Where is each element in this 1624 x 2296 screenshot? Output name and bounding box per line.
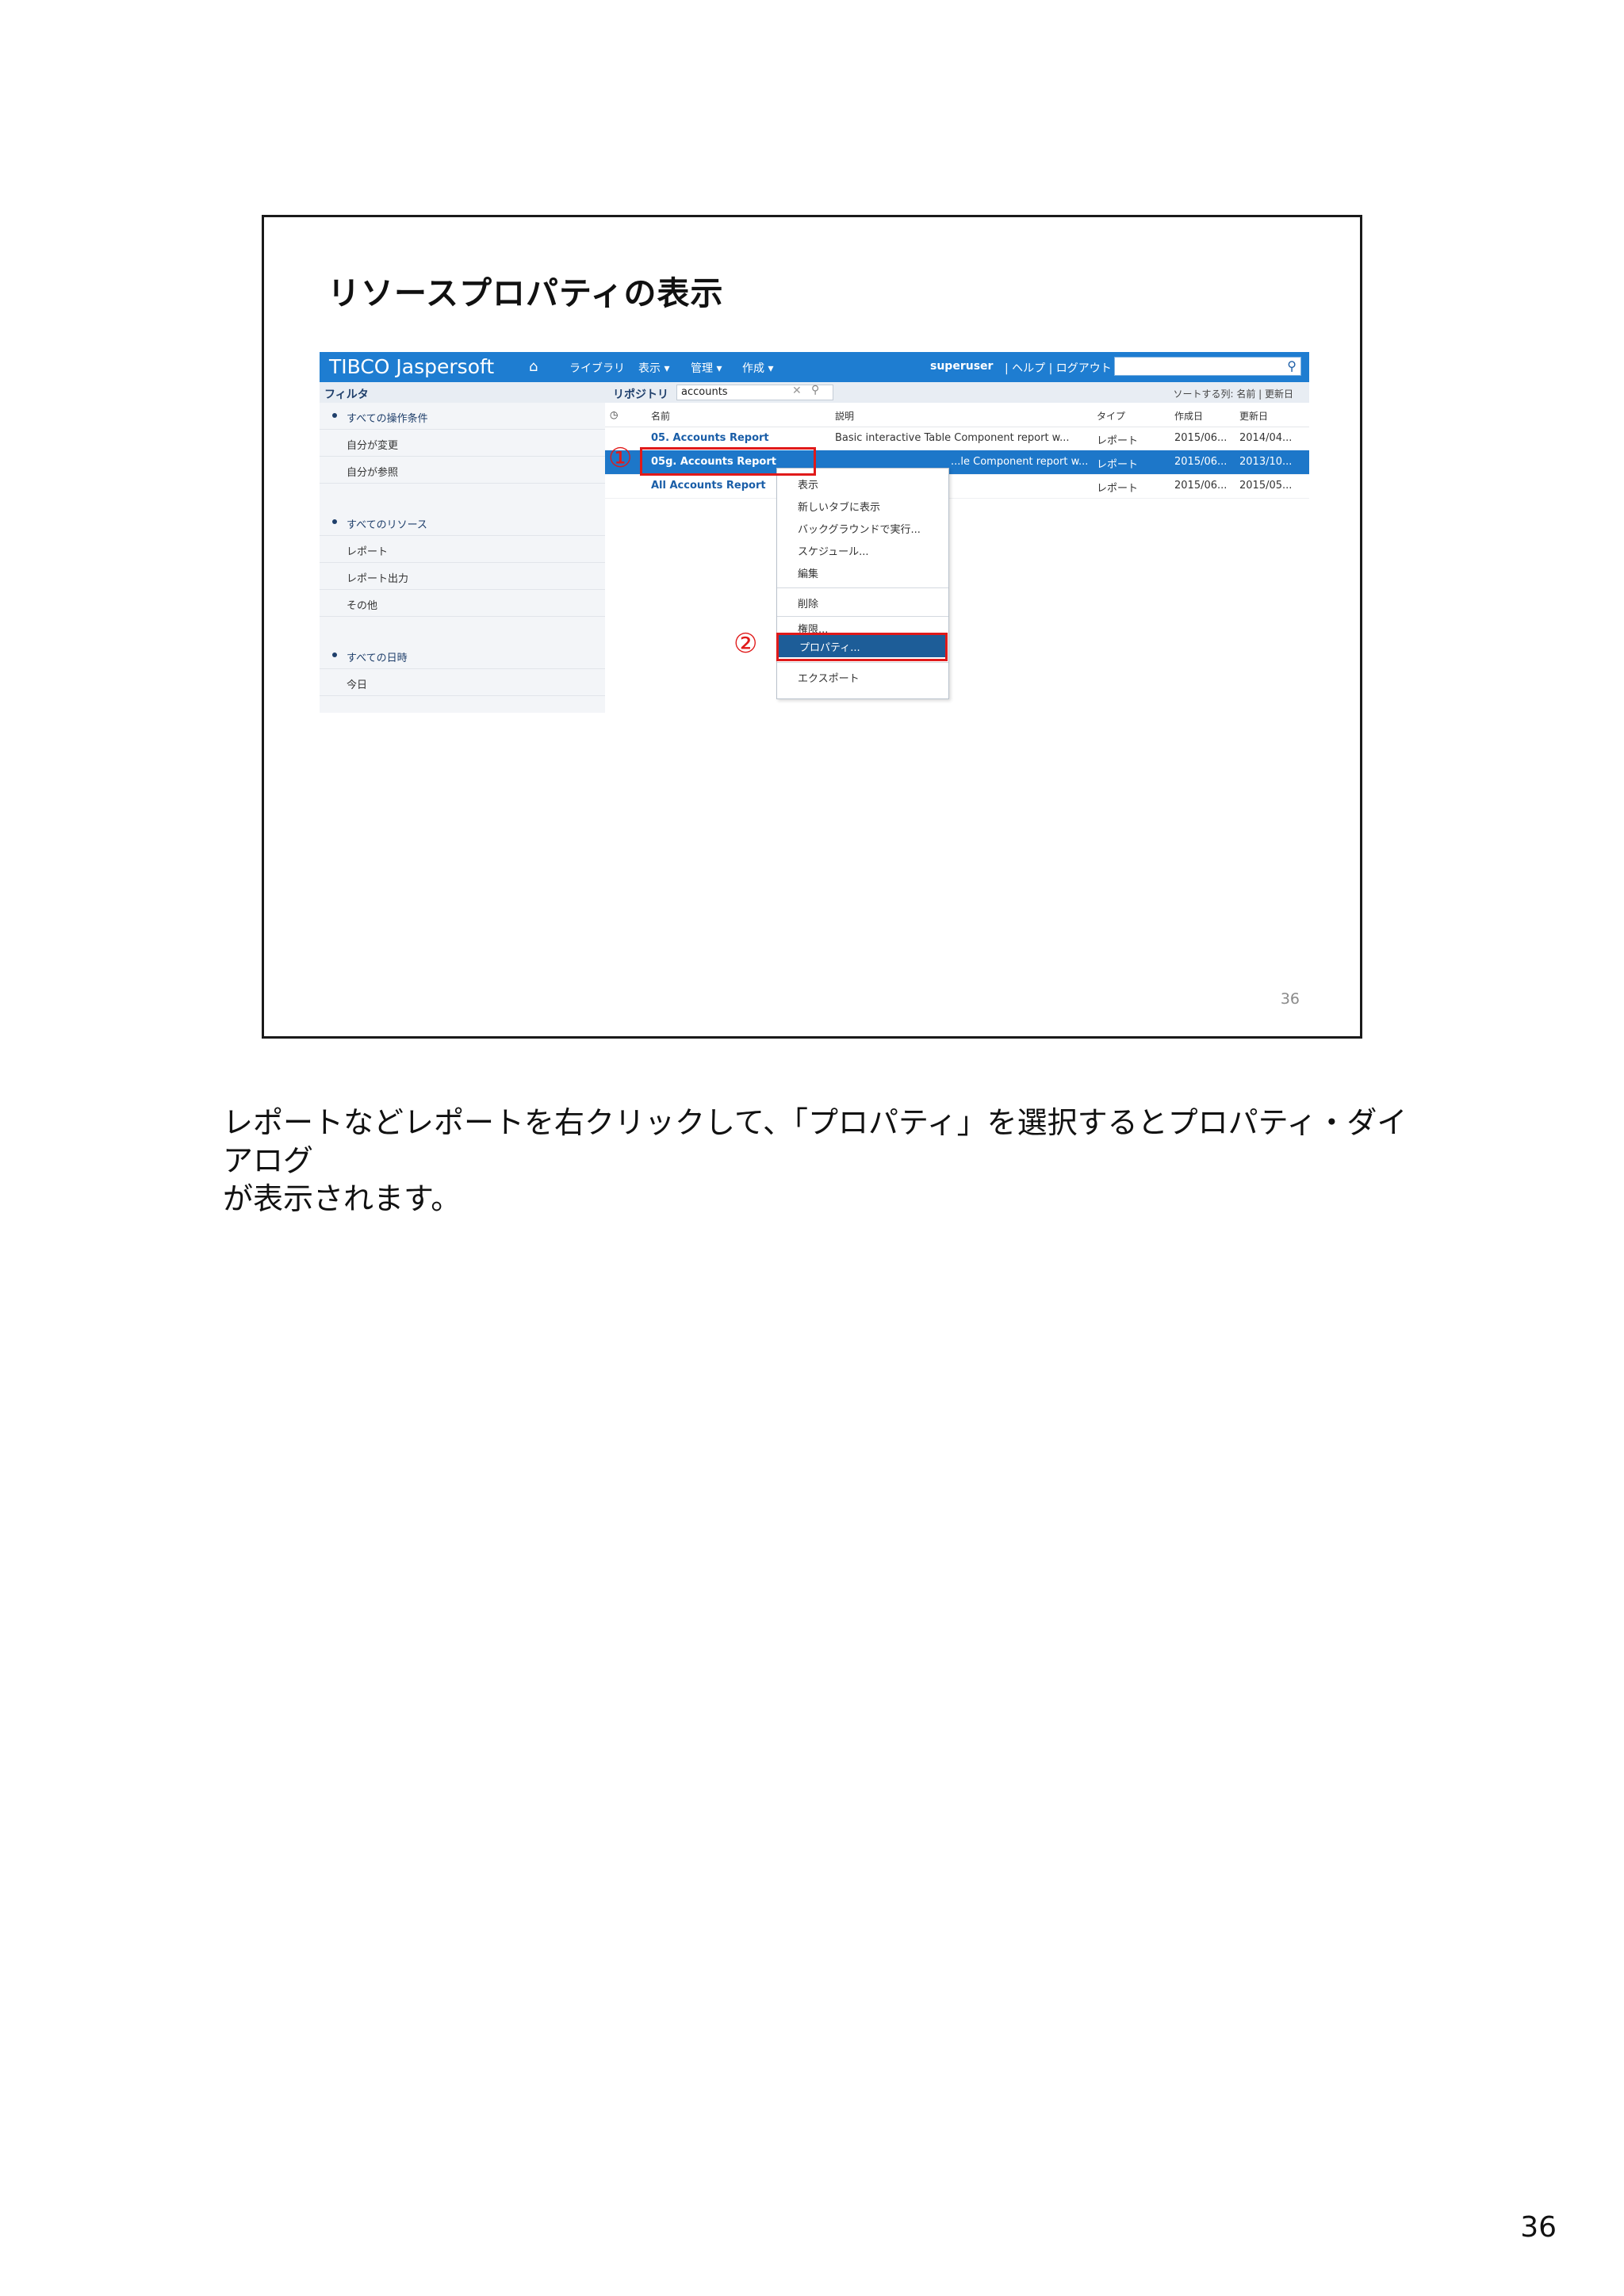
filter-item-viewed[interactable]: 自分が参照	[320, 457, 605, 484]
menu-item-schedule[interactable]: スケジュール...	[798, 543, 869, 558]
col-created[interactable]: 作成日	[1174, 409, 1203, 423]
nav-view[interactable]: 表示 ▾	[638, 360, 669, 376]
row-type: レポート	[1097, 435, 1139, 447]
filter-group-label: すべての日時	[347, 652, 408, 664]
menu-separator	[777, 587, 948, 588]
row-type: レポート	[1097, 483, 1139, 495]
home-icon[interactable]: ⌂	[529, 358, 538, 375]
sort-label[interactable]: ソートする列: 名前 | 更新日	[1173, 387, 1293, 400]
filter-item-other[interactable]: その他	[320, 590, 605, 617]
nav-library[interactable]: ライブラリ	[569, 360, 625, 376]
menu-item-edit[interactable]: 編集	[798, 565, 818, 580]
filter-item-changed[interactable]: 自分が変更	[320, 430, 605, 457]
clear-icon[interactable]: ✕	[792, 385, 802, 397]
caption-line-1: レポートなどレポートを右クリックして、「プロパティ」を選択するとプロパティ・ダイ…	[223, 1105, 1408, 1178]
clock-icon: ◷	[610, 409, 619, 420]
filter-group-resources[interactable]: すべてのリソース	[320, 509, 605, 536]
nav-manage[interactable]: 管理 ▾	[691, 360, 722, 376]
col-name[interactable]: 名前	[651, 409, 670, 423]
menu-item-view[interactable]: 表示	[798, 476, 818, 492]
menu-item-run-background[interactable]: バックグラウンドで実行...	[798, 521, 921, 536]
row-updated: 2014/04...	[1239, 432, 1293, 444]
filter-item-label: 自分が変更	[347, 440, 399, 452]
search-icon[interactable]: ⚲	[1287, 358, 1297, 373]
user-name[interactable]: superuser	[930, 360, 993, 373]
row-description: ...le Component report w...	[951, 456, 1089, 468]
menu-item-open-new-tab[interactable]: 新しいタブに表示	[798, 499, 880, 514]
row-name[interactable]: 05. Accounts Report	[651, 432, 769, 444]
menu-separator	[777, 662, 948, 663]
search-icon[interactable]: ⚲	[811, 384, 819, 396]
row-name[interactable]: All Accounts Report	[651, 480, 766, 492]
filter-group-label: すべての操作条件	[347, 413, 428, 425]
repository-search-input[interactable]: accounts	[676, 385, 833, 400]
filter-group-actions[interactable]: すべての操作条件	[320, 403, 605, 430]
row-description: Basic interactive Table Component report…	[835, 432, 1070, 444]
menu-separator	[777, 616, 948, 617]
marker-two: ②	[733, 628, 758, 660]
col-updated[interactable]: 更新日	[1239, 409, 1268, 423]
slide-frame: リソースプロパティの表示 TIBCO Jaspersoft ⌂ ライブラリ 表示…	[262, 215, 1362, 1039]
col-type[interactable]: タイプ	[1097, 409, 1125, 423]
caption-text: レポートなどレポートを右クリックして、「プロパティ」を選択するとプロパティ・ダイ…	[223, 1104, 1428, 1218]
filter-sidebar: すべての操作条件 自分が変更 自分が参照 すべてのリソース レポート レポート出…	[320, 403, 605, 713]
filter-header: フィルタ	[320, 382, 605, 404]
repository-label: リポジトリ	[613, 388, 668, 401]
marker-one: ①	[608, 442, 633, 474]
col-description[interactable]: 説明	[835, 409, 854, 423]
repository-header: リポジトリ accounts ✕ ⚲ ソートする列: 名前 | 更新日	[605, 382, 1309, 404]
row-updated: 2015/05...	[1239, 480, 1293, 492]
slide-number: 36	[1280, 990, 1300, 1008]
filter-item-label: その他	[347, 600, 378, 612]
menu-item-export[interactable]: エクスポート	[798, 670, 860, 685]
caption-line-2: が表示されます。	[223, 1181, 462, 1216]
row-updated: 2013/10...	[1239, 456, 1293, 468]
row-type: レポート	[1097, 459, 1139, 471]
nav-create[interactable]: 作成 ▾	[742, 360, 773, 376]
highlight-box-row	[640, 447, 816, 476]
filter-group-label: すべてのリソース	[347, 519, 427, 531]
filter-item-label: 自分が参照	[347, 467, 399, 479]
slide-title: リソースプロパティの表示	[327, 274, 724, 312]
page-number: 36	[1520, 2211, 1557, 2244]
filter-item-report-output[interactable]: レポート出力	[320, 563, 605, 590]
row-created: 2015/06...	[1174, 432, 1228, 444]
filter-item-label: 今日	[347, 679, 368, 691]
table-row[interactable]: All Accounts Report レポート 2015/06... 2015…	[605, 474, 1309, 499]
row-created: 2015/06...	[1174, 480, 1228, 492]
filter-item-label: レポート出力	[347, 573, 409, 585]
filter-group-datetime[interactable]: すべての日時	[320, 642, 605, 669]
menu-item-delete[interactable]: 削除	[798, 595, 818, 610]
jaspersoft-screenshot: TIBCO Jaspersoft ⌂ ライブラリ 表示 ▾ 管理 ▾ 作成 ▾ …	[320, 352, 1309, 713]
help-logout-links[interactable]: | ヘルプ | ログアウト	[1005, 360, 1112, 376]
filter-label: フィルタ	[324, 388, 369, 401]
filter-item-label: レポート	[347, 546, 389, 558]
filter-item-report[interactable]: レポート	[320, 536, 605, 563]
global-search-input[interactable]: ⚲	[1114, 357, 1301, 376]
highlight-box-properties	[776, 633, 948, 661]
row-created: 2015/06...	[1174, 456, 1228, 468]
filter-item-today[interactable]: 今日	[320, 669, 605, 696]
top-nav-bar: TIBCO Jaspersoft ⌂ ライブラリ 表示 ▾ 管理 ▾ 作成 ▾ …	[320, 352, 1309, 382]
context-menu: 表示 新しいタブに表示 バックグラウンドで実行... スケジュール... 編集 …	[776, 468, 949, 699]
brand-logo: TIBCO Jaspersoft	[329, 355, 495, 378]
list-header: ◷ 名前 説明 タイプ 作成日 更新日	[605, 403, 1309, 427]
